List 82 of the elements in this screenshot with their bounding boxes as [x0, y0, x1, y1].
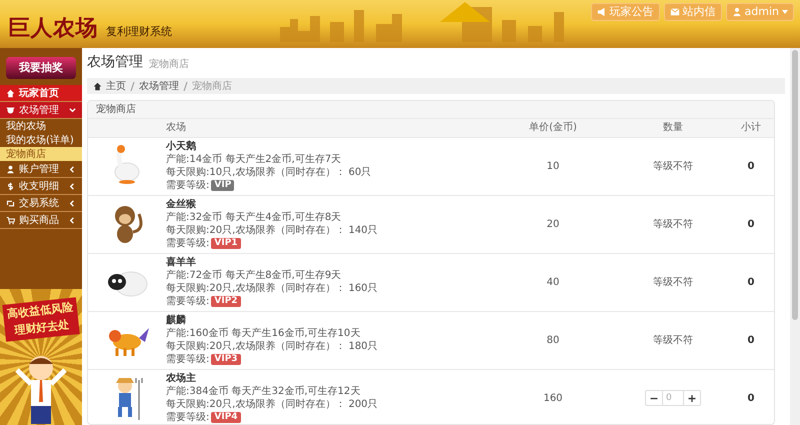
price-text: 40 — [546, 276, 560, 288]
quantity-status: 等级不符 — [653, 218, 693, 230]
chevron-left-icon — [69, 166, 76, 173]
user-icon — [6, 164, 15, 174]
plus-button[interactable]: + — [684, 391, 700, 405]
chevron-left-icon — [69, 200, 76, 207]
pet-output: 产能:160金币 每天产生16金币,可生存10天 — [166, 327, 362, 340]
level-label: 需要等级: — [166, 237, 210, 250]
subtotal-text: 0 — [748, 276, 754, 288]
megaphone-icon — [596, 7, 607, 17]
submenu-item[interactable]: 我的农场 — [0, 119, 82, 134]
pet-limit: 每天限购:20只,农场限养（同时存在）： 160只 — [166, 282, 379, 295]
home-icon — [6, 88, 15, 98]
pet-name: 金丝猴 — [166, 198, 197, 211]
caret-icon — [782, 10, 788, 14]
level-badge: VIP2 — [211, 296, 241, 307]
dollar-icon — [6, 182, 15, 191]
column-header: 数量 — [663, 122, 683, 134]
pet-name: 小天鹅 — [166, 140, 197, 153]
quantity-status: 等级不符 — [653, 160, 693, 172]
system-subtitle: 复利理财系统 — [106, 24, 172, 40]
subtotal-text: 0 — [748, 160, 754, 172]
menu-item[interactable]: 收支明细 — [0, 178, 82, 196]
home-icon — [93, 82, 102, 90]
pet-output: 产能:384金币 每天产生32金币,可生存12天 — [166, 385, 362, 398]
chevron-left-icon — [69, 182, 76, 190]
subtotal-text: 0 — [748, 218, 754, 230]
column-header: 小计 — [741, 122, 761, 134]
banner-text: 理财好去处 — [14, 318, 70, 339]
column-header: 单价(金币) — [529, 122, 577, 134]
pet-limit: 每天限购:10只,农场限养（同时存在）： 60只 — [166, 166, 372, 179]
level-badge: VIP1 — [211, 238, 241, 249]
level-label: 需要等级: — [166, 179, 210, 192]
pet-limit: 每天限购:20只,农场限养（同时存在）： 140只 — [166, 224, 379, 237]
column-header: 农场 — [166, 122, 186, 134]
pet-output: 产能:14金币 每天产生2金币,可生存7天 — [166, 153, 342, 166]
price-text: 80 — [546, 334, 560, 346]
price-text: 10 — [546, 160, 560, 172]
level-label: 需要等级: — [166, 411, 210, 424]
breadcrumb-link[interactable]: 主页 — [106, 78, 126, 94]
submenu-item[interactable]: 宠物商店 — [0, 147, 82, 162]
chevron-left-icon — [69, 216, 76, 224]
subtotal-text: 0 — [748, 334, 754, 346]
page-subtitle: 宠物商店 — [149, 58, 189, 72]
quantity-stepper[interactable]: − 0 + — [645, 390, 701, 406]
pet-limit: 每天限购:20只,农场限养（同时存在）： 180只 — [166, 340, 379, 353]
breadcrumb-separator-icon — [130, 82, 135, 90]
level-badge: VIP4 — [211, 412, 241, 424]
subtotal-text: 0 — [748, 392, 754, 404]
page-title: 农场管理 — [87, 53, 143, 72]
quantity-status: 等级不符 — [653, 334, 693, 346]
lottery-button[interactable]: 我要抽奖 — [6, 57, 76, 80]
breadcrumb-separator-icon — [183, 82, 188, 90]
level-badge: VIP — [211, 180, 234, 191]
cart-icon — [6, 216, 15, 225]
logo-text: 巨人农场 — [8, 14, 98, 42]
menu-item[interactable]: 玩家首页 — [0, 85, 82, 102]
cup-icon — [6, 106, 15, 115]
minus-button[interactable]: − — [646, 391, 662, 405]
envelope-icon — [670, 7, 680, 17]
submenu-item[interactable]: 我的农场(详单) — [0, 133, 82, 148]
user-icon — [732, 7, 742, 17]
menu-item[interactable]: 农场管理 — [0, 102, 82, 120]
quantity-status: 等级不符 — [653, 276, 693, 288]
level-label: 需要等级: — [166, 295, 210, 308]
price-text: 160 — [543, 392, 563, 404]
pet-limit: 每天限购:20只,农场限养（同时存在）： 200只 — [166, 398, 379, 412]
level-label: 需要等级: — [166, 353, 210, 366]
menu-item[interactable]: 账户管理 — [0, 161, 82, 178]
level-badge: VIP3 — [211, 354, 241, 365]
chevron-down-icon — [69, 106, 76, 114]
menu-item[interactable]: 交易系统 — [0, 195, 82, 212]
pet-name: 麒麟 — [166, 314, 187, 327]
retweet-icon — [6, 198, 15, 208]
panel-title: 宠物商店 — [96, 102, 136, 117]
pet-name: 农场主 — [166, 372, 197, 386]
pet-output: 产能:72金币 每天产生8金币,可生存9天 — [166, 269, 342, 282]
pet-name: 喜羊羊 — [166, 256, 197, 269]
pet-output: 产能:32金币 每天产生4金币,可生存8天 — [166, 211, 342, 224]
price-text: 20 — [546, 218, 560, 230]
menu-item[interactable]: 购买商品 — [0, 212, 82, 230]
breadcrumb-link[interactable]: 农场管理 — [139, 78, 179, 94]
